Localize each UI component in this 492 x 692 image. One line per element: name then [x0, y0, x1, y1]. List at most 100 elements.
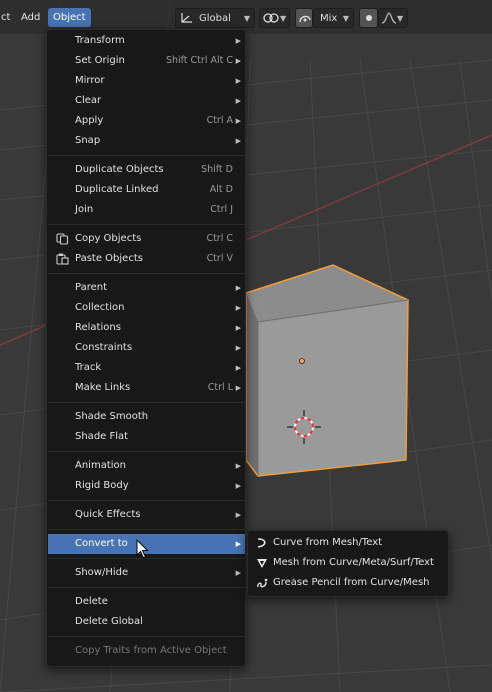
menu-item-track[interactable]: Track ▶: [48, 358, 245, 378]
pivot-point-dropdown[interactable]: ▼: [259, 8, 290, 28]
menu-item-transform[interactable]: Transform ▶: [48, 31, 245, 51]
proportional-icon: [299, 15, 311, 23]
shortcut-label: Alt D: [209, 184, 233, 195]
curve-icon: [257, 538, 266, 548]
submenu-item-label: Curve from Mesh/Text: [273, 537, 383, 548]
menu-item-set-origin[interactable]: Set Origin Shift Ctrl Alt C ▶: [48, 51, 245, 71]
menu-item-label: Track: [75, 362, 102, 373]
orientation-value: Global: [199, 12, 231, 24]
copy-icon: [56, 233, 69, 245]
submenu-arrow-icon: ▶: [235, 117, 241, 125]
menu-item-duplicate-linked[interactable]: Duplicate Linked Alt D: [48, 180, 245, 200]
object-dropdown-menu: Transform ▶ Set Origin Shift Ctrl Alt C ▶ Mir…: [46, 29, 246, 667]
menu-item-animation[interactable]: Animation ▶: [48, 456, 245, 476]
menu-item-label: Duplicate Linked: [75, 184, 159, 195]
menu-item-label: Duplicate Objects: [75, 164, 164, 175]
menu-item-label: Paste Objects: [75, 253, 143, 264]
menu-item-make-links[interactable]: Make Links Ctrl L ▶: [48, 378, 245, 398]
menu-separator: [48, 155, 245, 156]
menu-separator: [48, 224, 245, 225]
menu-item-label: Show/Hide: [75, 567, 129, 578]
menu-item-show-hide[interactable]: Show/Hide ▶: [48, 563, 245, 583]
shortcut-label: Ctrl V: [206, 253, 233, 264]
falloff-dropdown[interactable]: ▼: [378, 8, 408, 28]
menu-item-label: Shade Smooth: [75, 411, 149, 422]
menu-item-join[interactable]: Join Ctrl J: [48, 200, 245, 220]
menu-item-label: Copy Objects: [75, 233, 142, 244]
submenu-arrow-icon: ▶: [235, 137, 241, 145]
submenu-arrow-icon: ▶: [235, 364, 241, 372]
menu-item-label: Quick Effects: [75, 509, 141, 520]
proportional-mode-dropdown[interactable]: Mix ▼: [313, 8, 354, 28]
menu-item-label: Convert to: [75, 538, 128, 549]
dot-icon: [366, 15, 372, 21]
object-menu-button[interactable]: Object: [48, 8, 91, 27]
menu-item-parent[interactable]: Parent ▶: [48, 278, 245, 298]
paste-icon: [56, 253, 69, 265]
submenu-arrow-icon: ▶: [235, 97, 241, 105]
submenu-item-label: Grease Pencil from Curve/Mesh: [273, 577, 430, 588]
menu-item-clear[interactable]: Clear ▶: [48, 91, 245, 111]
menu-item-label: Shade Flat: [75, 431, 129, 442]
shortcut-label: Ctrl C: [206, 233, 233, 244]
menu-item-apply[interactable]: Apply Ctrl A ▶: [48, 111, 245, 131]
menu-item-label: Relations: [75, 322, 121, 333]
submenu-arrow-icon: ▶: [235, 304, 241, 312]
shortcut-label: Shift Ctrl Alt C: [165, 55, 233, 66]
submenu-arrow-icon: ▶: [235, 77, 241, 85]
mesh-icon: [257, 559, 267, 568]
submenu-arrow-icon: ▶: [235, 344, 241, 352]
menu-item-snap[interactable]: Snap ▶: [48, 131, 245, 151]
submenu-arrow-icon: ▶: [235, 511, 241, 519]
snap-toggle[interactable]: [359, 8, 378, 28]
menu-item-label: Delete: [75, 596, 108, 607]
menu-item-label: Make Links: [75, 382, 131, 393]
submenu-arrow-icon: ▶: [235, 284, 241, 292]
menu-item-label: Join: [75, 204, 94, 215]
menu-item-delete[interactable]: Delete: [48, 592, 245, 612]
menu-item-copy-objects[interactable]: Copy Objects Ctrl C: [48, 229, 245, 249]
menu-item-label: Snap: [75, 135, 101, 146]
shortcut-label: Shift D: [201, 164, 233, 175]
menu-item-mirror[interactable]: Mirror ▶: [48, 71, 245, 91]
falloff-curve-icon: [381, 12, 397, 24]
menu-item-relations[interactable]: Relations ▶: [48, 318, 245, 338]
menu-separator: [48, 636, 245, 637]
submenu-item-curve-from-mesh-text[interactable]: Curve from Mesh/Text: [249, 533, 448, 553]
submenu-arrow-icon: ▶: [235, 569, 241, 577]
menu-item-rigid-body[interactable]: Rigid Body ▶: [48, 476, 245, 496]
menu-item-label: Delete Global: [75, 616, 143, 627]
menu-separator: [48, 273, 245, 274]
shortcut-label: Ctrl L: [207, 382, 233, 393]
menu-item-quick-effects[interactable]: Quick Effects ▶: [48, 505, 245, 525]
select-menu[interactable]: ct: [0, 8, 15, 27]
menu-item-label: Constraints: [75, 342, 133, 353]
shortcut-label: Ctrl J: [210, 204, 233, 215]
menu-item-label: Copy Traits from Active Object: [75, 645, 227, 656]
menu-item-collection[interactable]: Collection ▶: [48, 298, 245, 318]
menu-item-label: Clear: [75, 95, 102, 106]
menu-item-label: Animation: [75, 460, 126, 471]
menu-item-label: Parent: [75, 282, 108, 293]
submenu-item-grease-pencil-from-curve-mesh[interactable]: Grease Pencil from Curve/Mesh: [249, 573, 448, 593]
menu-separator: [48, 402, 245, 403]
submenu-arrow-icon: ▶: [235, 324, 241, 332]
submenu-item-mesh-from-curve-meta-surf-text[interactable]: Mesh from Curve/Meta/Surf/Text: [249, 553, 448, 573]
add-menu[interactable]: Add: [16, 8, 45, 27]
submenu-arrow-icon: ▶: [235, 384, 241, 392]
mouse-pointer-icon: [136, 539, 149, 559]
menu-item-constraints[interactable]: Constraints ▶: [48, 338, 245, 358]
menu-item-paste-objects[interactable]: Paste Objects Ctrl V: [48, 249, 245, 269]
menu-item-label: Mirror: [75, 75, 105, 86]
menu-item-shade-smooth[interactable]: Shade Smooth: [48, 407, 245, 427]
submenu-arrow-icon: ▶: [235, 482, 241, 490]
menu-item-shade-flat[interactable]: Shade Flat: [48, 427, 245, 447]
menu-item-delete-global[interactable]: Delete Global: [48, 612, 245, 632]
submenu-item-label: Mesh from Curve/Meta/Surf/Text: [273, 557, 434, 568]
proportional-editing-toggle[interactable]: [295, 8, 313, 28]
submenu-arrow-icon: ▶: [235, 462, 241, 470]
grease-pencil-icon: [257, 578, 268, 588]
transform-orientation-dropdown[interactable]: Global ▼: [175, 8, 255, 28]
menu-item-duplicate-objects[interactable]: Duplicate Objects Shift D: [48, 160, 245, 180]
menu-separator: [48, 500, 245, 501]
